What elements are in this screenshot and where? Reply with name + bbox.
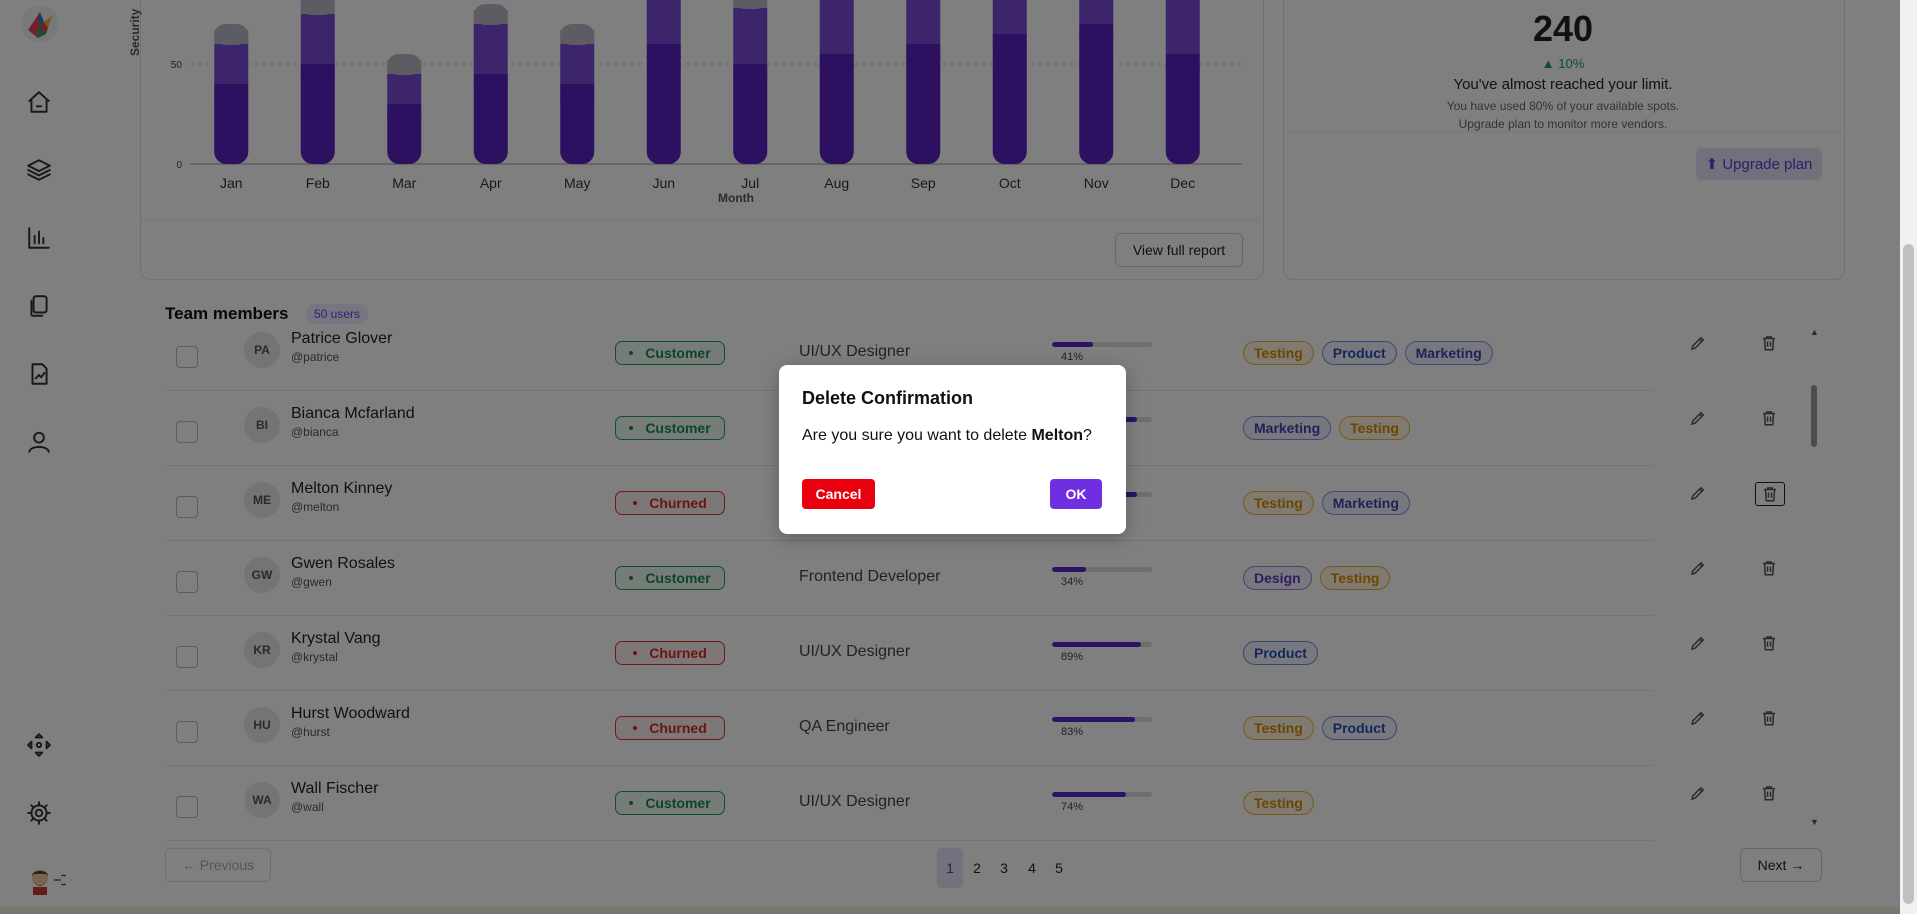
dialog-target-name: Melton [1031, 427, 1084, 444]
dialog-message: Are you sure you want to delete Melton? [802, 427, 1092, 445]
dialog-title: Delete Confirmation [802, 388, 974, 408]
delete-confirmation-dialog: Delete Confirmation Are you sure you wan… [779, 365, 1126, 534]
page-scrollbar-thumb[interactable] [1903, 244, 1914, 904]
cancel-button[interactable]: Cancel [802, 479, 875, 509]
dialog-message-prefix: Are you sure you want to delete [802, 427, 1032, 444]
dialog-message-suffix: ? [1083, 427, 1092, 444]
ok-button[interactable]: OK [1050, 479, 1102, 509]
